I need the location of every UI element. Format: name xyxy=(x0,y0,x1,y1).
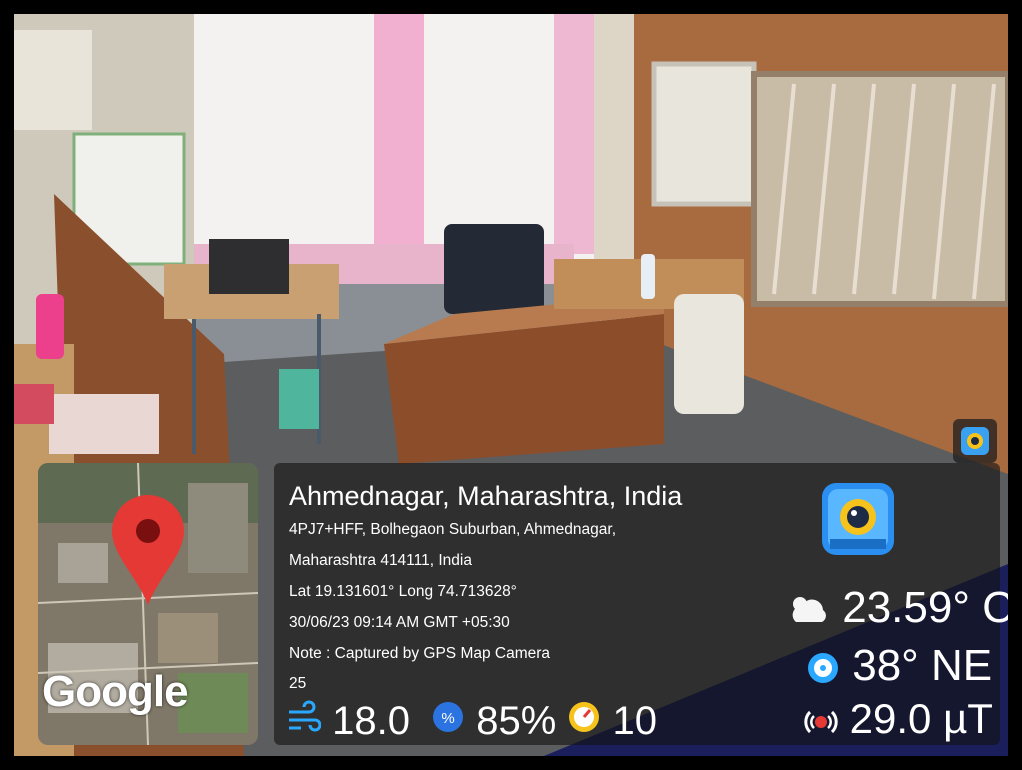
magnetic-field-value: 29.0 µT xyxy=(849,695,993,742)
coordinates: Lat 19.131601° Long 74.713628° xyxy=(289,583,517,600)
address-line-2: Maharashtra 414111, India xyxy=(289,552,472,569)
humidity-icon: % xyxy=(431,699,465,744)
wind-speed-value: 18.0 xyxy=(332,698,410,743)
gps-map-camera-icon xyxy=(820,481,896,557)
pressure-value: 10 xyxy=(612,698,658,743)
wind-direction-value: 38° NE xyxy=(852,641,993,690)
humidity-value: 85% xyxy=(476,698,557,743)
compass-icon xyxy=(808,653,838,684)
note: Note : Captured by GPS Map Camera xyxy=(289,645,551,662)
location-title: Ahmednagar, Maharashtra, India xyxy=(289,481,683,511)
wind-icon xyxy=(287,699,322,744)
magnetic-field-icon xyxy=(804,710,838,733)
datetime: 30/06/23 09:14 AM GMT +05:30 xyxy=(289,614,510,631)
temperature-value: 23.59° C xyxy=(842,583,1008,632)
map-provider-label: Google xyxy=(42,667,189,716)
wind-direction-readout: 38° NE xyxy=(806,641,992,691)
gps-map-camera-small-icon xyxy=(953,419,997,463)
address-line-1: 4PJ7+HFF, Bolhegaon Suburban, Ahmednagar… xyxy=(289,521,617,538)
gauge-icon xyxy=(567,699,601,744)
bottom-metrics-row: 18.0 % 85% 10 xyxy=(287,697,657,745)
map-thumbnail: Google xyxy=(38,463,258,745)
magnetic-field-readout: 29.0 µT xyxy=(804,695,993,743)
extra-value: 25 xyxy=(289,675,307,692)
svg-text:%: % xyxy=(441,710,454,727)
photo-frame: Google Ahmednagar, Maharashtra, India 4P… xyxy=(14,14,1008,756)
temperature-readout: 23.59° C xyxy=(786,583,1008,633)
cloud-sun-icon xyxy=(792,597,826,623)
location-info-panel: Ahmednagar, Maharashtra, India 4PJ7+HFF,… xyxy=(274,463,1008,745)
map-pin-icon xyxy=(112,495,184,605)
